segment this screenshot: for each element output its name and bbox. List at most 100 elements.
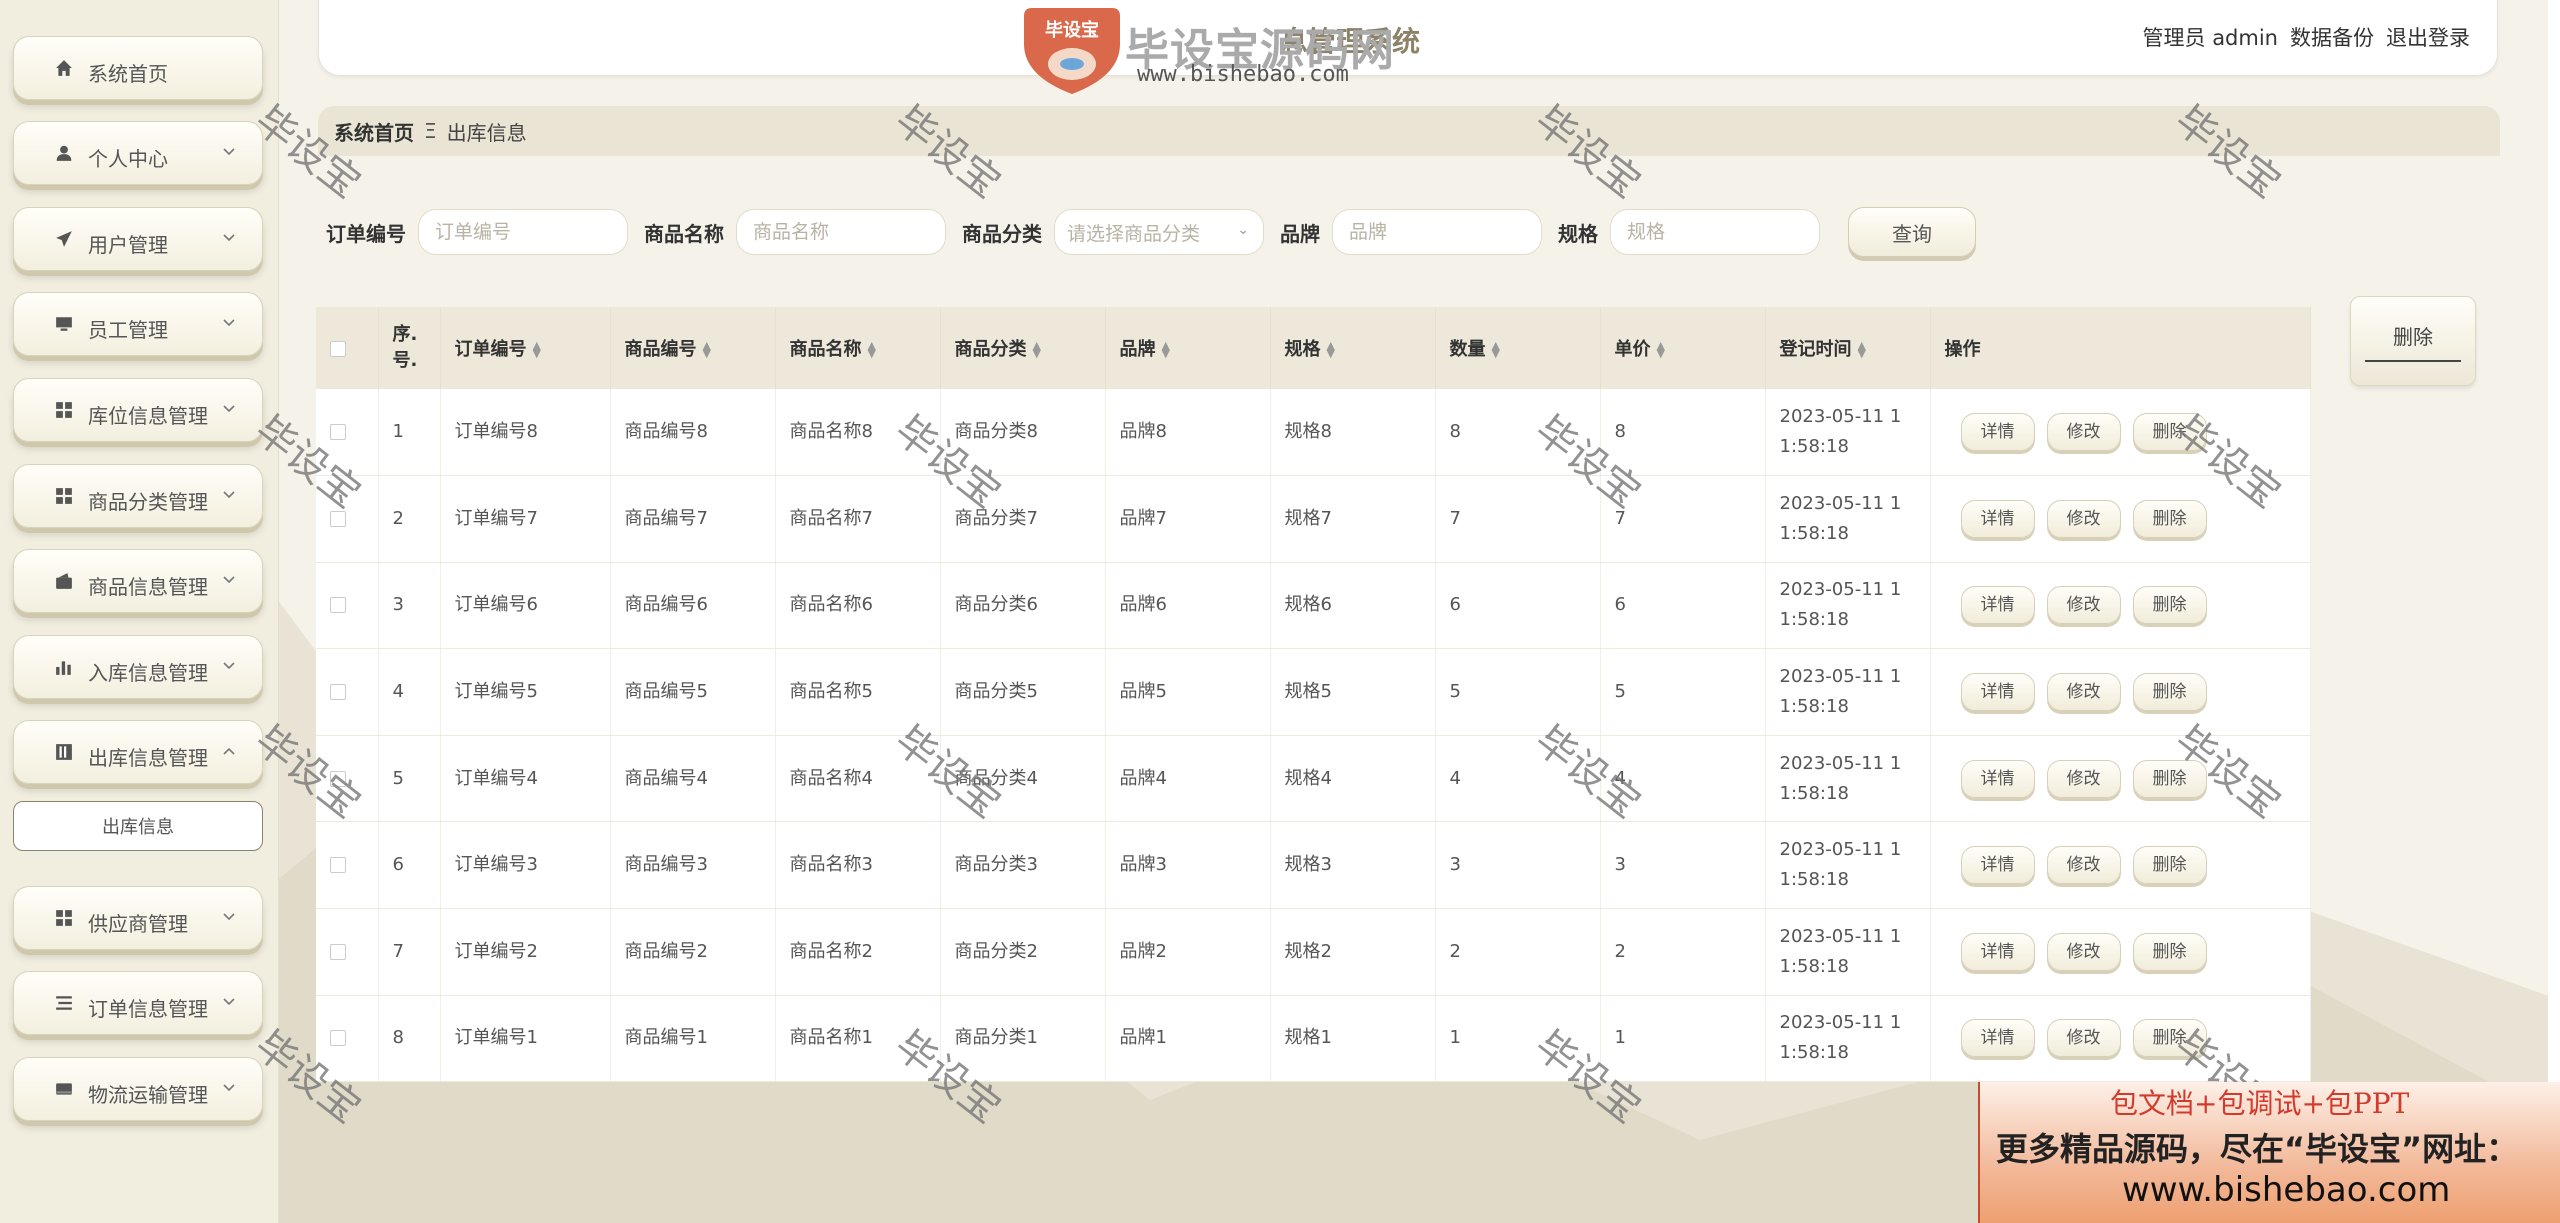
edit-button[interactable]: 修改 bbox=[2046, 499, 2121, 538]
col-category[interactable]: 商品分类 ▲ ▼ bbox=[940, 307, 1106, 389]
breadcrumb: 系统首页 Ξ 出库信息 bbox=[318, 106, 2500, 156]
sort-icon[interactable]: ▲ ▼ bbox=[703, 340, 711, 359]
time-line-1: 2023-05-11 1 bbox=[1779, 1012, 1902, 1034]
delete-button[interactable]: 删除 bbox=[2132, 499, 2207, 538]
chevron-down-icon bbox=[222, 992, 236, 1011]
delete-button[interactable]: 删除 bbox=[2132, 932, 2207, 971]
delete-button[interactable]: 删除 bbox=[2132, 1019, 2207, 1058]
page-scrollbar[interactable] bbox=[2548, 0, 2560, 1223]
cell-order: 订单编号8 bbox=[440, 389, 611, 477]
cell-price: 5 bbox=[1600, 648, 1766, 736]
cell-price: 3 bbox=[1600, 821, 1766, 910]
sidebar-item-label: 系统首页 bbox=[88, 61, 168, 86]
row-checkbox[interactable] bbox=[330, 770, 346, 787]
time-line-2: 1:58:18 bbox=[1779, 522, 1849, 544]
sidebar-item-4[interactable]: 库位信息管理 bbox=[13, 378, 263, 442]
time-line-1: 2023-05-11 1 bbox=[1779, 752, 1902, 774]
row-checkbox[interactable] bbox=[330, 684, 346, 701]
table-row: 8 订单编号1 商品编号1 商品名称1 商品分类1 品牌1 规格1 1 1 2023-05-11 … bbox=[316, 995, 2311, 1083]
sidebar-item-9[interactable]: 供应商管理 bbox=[13, 886, 263, 950]
sort-icon[interactable]: ▲ ▼ bbox=[1162, 340, 1170, 359]
sort-icon[interactable]: ▲ ▼ bbox=[1657, 340, 1665, 359]
row-checkbox[interactable] bbox=[330, 857, 346, 874]
goods-category-select[interactable]: 请选择商品分类 ⌄ bbox=[1054, 209, 1264, 255]
sidebar-item-5[interactable]: 商品分类管理 bbox=[13, 464, 263, 528]
detail-button[interactable]: 详情 bbox=[1960, 759, 2035, 798]
sidebar-item-label: 员工管理 bbox=[88, 317, 168, 342]
delete-button[interactable]: 删除 bbox=[2132, 846, 2207, 885]
cell-time: 2023-05-11 1 1:58:18 bbox=[1765, 475, 1931, 563]
sidebar-item-6[interactable]: 商品信息管理 bbox=[13, 549, 263, 613]
cell-spec: 规格1 bbox=[1270, 995, 1436, 1083]
col-price[interactable]: 单价 ▲ ▼ bbox=[1600, 307, 1766, 389]
detail-button[interactable]: 详情 bbox=[1960, 846, 2035, 885]
row-checkbox[interactable] bbox=[330, 943, 346, 960]
query-button[interactable]: 查询 bbox=[1848, 207, 1976, 257]
detail-button[interactable]: 详情 bbox=[1960, 673, 2035, 712]
cell-cat: 商品分类1 bbox=[940, 995, 1106, 1083]
col-goods-no[interactable]: 商品编号 ▲ ▼ bbox=[610, 307, 776, 389]
row-checkbox[interactable] bbox=[330, 1030, 346, 1047]
sort-icon[interactable]: ▲ ▼ bbox=[1033, 340, 1041, 359]
sidebar-item-0[interactable]: 系统首页 bbox=[13, 36, 263, 100]
promo-url[interactable]: www.bishebao.com bbox=[2122, 1170, 2450, 1210]
delete-button[interactable]: 删除 bbox=[2132, 673, 2207, 712]
sort-icon[interactable]: ▲ ▼ bbox=[1492, 340, 1500, 359]
sidebar-item-1[interactable]: 个人中心 bbox=[13, 121, 263, 185]
spec-input[interactable] bbox=[1610, 209, 1820, 255]
col-spec[interactable]: 规格 ▲ ▼ bbox=[1270, 307, 1436, 389]
detail-button[interactable]: 详情 bbox=[1960, 932, 2035, 971]
col-brand[interactable]: 品牌 ▲ ▼ bbox=[1105, 307, 1271, 389]
col-time[interactable]: 登记时间 ▲ ▼ bbox=[1765, 307, 1931, 389]
delete-button[interactable]: 删除 bbox=[2132, 586, 2207, 625]
sort-icon[interactable]: ▲ ▼ bbox=[868, 340, 876, 359]
logout-link[interactable]: 退出登录 bbox=[2386, 22, 2470, 52]
detail-button[interactable]: 详情 bbox=[1960, 1019, 2035, 1058]
select-all-checkbox[interactable] bbox=[330, 340, 346, 357]
delete-button[interactable]: 删除 bbox=[2132, 759, 2207, 798]
time-line-1: 2023-05-11 1 bbox=[1779, 406, 1902, 428]
sort-icon[interactable]: ▲ ▼ bbox=[1327, 340, 1335, 359]
edit-button[interactable]: 修改 bbox=[2046, 846, 2121, 885]
row-checkbox[interactable] bbox=[330, 597, 346, 614]
brand-input[interactable] bbox=[1332, 209, 1542, 255]
col-goods-name[interactable]: 商品名称 ▲ ▼ bbox=[775, 307, 941, 389]
sidebar-item-8[interactable]: 出库信息管理 bbox=[13, 720, 263, 784]
sidebar-item-3[interactable]: 员工管理 bbox=[13, 292, 263, 356]
edit-button[interactable]: 修改 bbox=[2046, 759, 2121, 798]
detail-button[interactable]: 详情 bbox=[1960, 413, 2035, 452]
edit-button[interactable]: 修改 bbox=[2046, 932, 2121, 971]
sidebar-item-2[interactable]: 用户管理 bbox=[13, 207, 263, 271]
edit-button[interactable]: 修改 bbox=[2046, 413, 2121, 452]
row-checkbox[interactable] bbox=[330, 510, 346, 527]
grid-icon bbox=[54, 908, 74, 928]
detail-button[interactable]: 详情 bbox=[1960, 499, 2035, 538]
sidebar-item-11[interactable]: 物流运输管理 bbox=[13, 1057, 263, 1121]
sort-icon[interactable]: ▲ ▼ bbox=[1858, 340, 1866, 359]
detail-button[interactable]: 详情 bbox=[1960, 586, 2035, 625]
order-no-input[interactable] bbox=[418, 209, 628, 255]
admin-user-link[interactable]: 管理员 admin bbox=[2143, 22, 2278, 52]
sort-icon[interactable]: ▲ ▼ bbox=[533, 340, 541, 359]
sidebar-subitem-outbound-info[interactable]: 出库信息 bbox=[13, 801, 263, 851]
monitor-icon bbox=[54, 314, 74, 334]
promo-banner[interactable]: 包文档+包调试+包PPT 更多精品源码，尽在“毕设宝”网址： www.bishe… bbox=[1978, 1082, 2560, 1223]
cell-order: 订单编号4 bbox=[440, 735, 611, 823]
cell-order: 订单编号6 bbox=[440, 562, 611, 650]
row-checkbox[interactable] bbox=[330, 424, 346, 441]
data-backup-link[interactable]: 数据备份 bbox=[2290, 22, 2374, 52]
col-qty[interactable]: 数量 ▲ ▼ bbox=[1435, 307, 1601, 389]
col-order-no[interactable]: 订单编号 ▲ ▼ bbox=[440, 307, 611, 389]
edit-button[interactable]: 修改 bbox=[2046, 673, 2121, 712]
goods-name-input[interactable] bbox=[736, 209, 946, 255]
breadcrumb-home[interactable]: 系统首页 bbox=[334, 117, 414, 146]
chevron-down-icon bbox=[222, 1078, 236, 1097]
delete-button[interactable]: 删除 bbox=[2132, 413, 2207, 452]
sidebar-item-10[interactable]: 订单信息管理 bbox=[13, 971, 263, 1035]
edit-button[interactable]: 修改 bbox=[2046, 1019, 2121, 1058]
sidebar-item-7[interactable]: 入库信息管理 bbox=[13, 635, 263, 699]
cell-brand: 品牌8 bbox=[1105, 389, 1271, 477]
edit-button[interactable]: 修改 bbox=[2046, 586, 2121, 625]
folder-icon bbox=[54, 742, 74, 762]
batch-delete-button[interactable]: 删除 bbox=[2350, 296, 2476, 386]
